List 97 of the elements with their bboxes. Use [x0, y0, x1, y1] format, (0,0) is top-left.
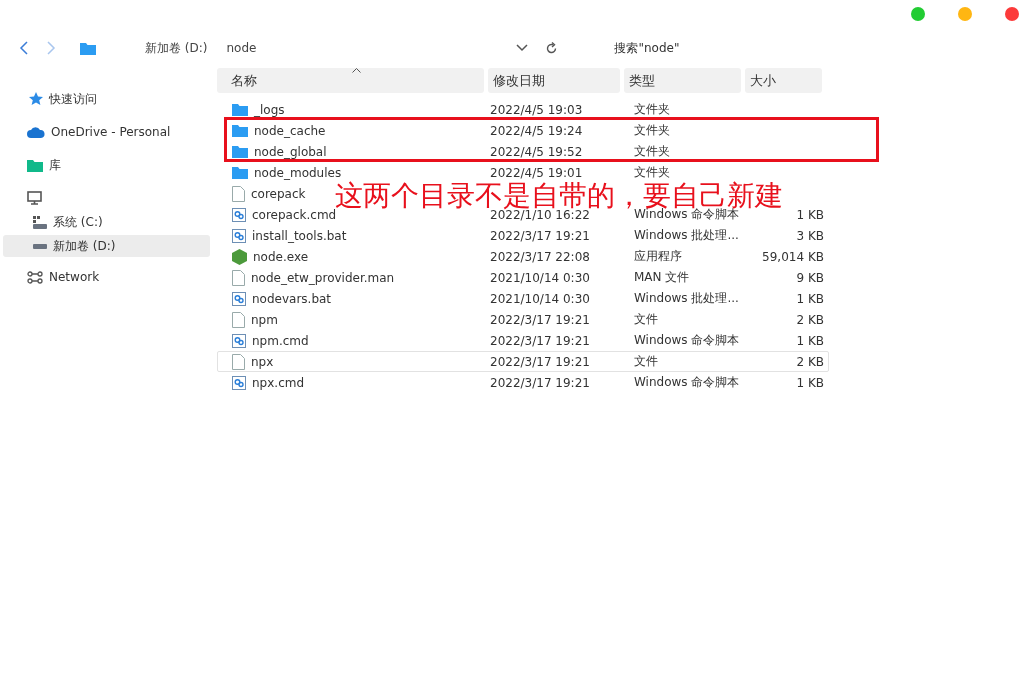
sidebar-label: Network — [49, 270, 100, 284]
file-type: Windows 命令脚本 — [634, 207, 740, 223]
script-file-icon — [232, 375, 246, 390]
column-header[interactable]: 大小 — [745, 68, 822, 93]
file-name: node_cache — [254, 123, 326, 138]
modified-date: 2021/10/14 0:30 — [490, 270, 590, 285]
sidebar-item[interactable]: 快速访问 — [3, 88, 210, 110]
modified-date: 2022/3/17 19:21 — [490, 333, 590, 348]
file-type: 应用程序 — [634, 248, 682, 265]
file-name: _logs — [254, 102, 285, 117]
file-type: 文件夹 — [634, 101, 670, 118]
column-header[interactable]: 名称 — [217, 68, 484, 93]
sidebar-item[interactable]: 库 — [3, 154, 210, 176]
file-name: corepack — [251, 186, 306, 201]
file-size: 1 KB — [796, 333, 824, 348]
modified-date: 2022/3/17 19:21 — [490, 354, 590, 369]
file-icon — [232, 269, 245, 286]
star-icon — [27, 92, 43, 106]
file-type: Windows 批处理... — [634, 227, 739, 244]
file-name: npm.cmd — [252, 333, 309, 348]
file-type: Windows 命令脚本 — [634, 332, 740, 349]
file-name: npx.cmd — [252, 375, 305, 390]
file-size: 3 KB — [796, 228, 824, 243]
sidebar-item[interactable]: OneDrive - Personal — [3, 121, 210, 143]
modified-date: 2022/4/5 19:24 — [490, 123, 583, 138]
column-header[interactable]: 修改日期 — [488, 68, 620, 93]
breadcrumb[interactable]: node — [226, 41, 507, 55]
modified-date: 2022/4/5 19:03 — [490, 102, 583, 117]
modified-date: 2022/4/5 19:01 — [490, 165, 583, 180]
file-type: 文件夹 — [634, 164, 670, 181]
breadcrumb[interactable]: 新加卷 (D:) — [145, 39, 208, 57]
file-type: Windows 命令脚本 — [634, 374, 740, 391]
script-file-icon — [232, 228, 246, 243]
file-size: 1 KB — [796, 291, 824, 306]
back-icon[interactable] — [19, 41, 29, 55]
file-type: 文件夹 — [634, 122, 670, 139]
hexagon-icon — [232, 248, 247, 265]
modified-date: 2022/3/17 22:08 — [490, 249, 590, 264]
file-name: node_global — [254, 144, 327, 159]
modified-date: 2022/3/17 19:21 — [490, 312, 590, 327]
sort-icon — [352, 68, 361, 73]
file-name: npm — [251, 312, 278, 327]
file-name: node_modules — [254, 165, 342, 180]
sidebar-item[interactable]: 系统 (C:) — [3, 211, 210, 233]
file-size: 1 KB — [796, 207, 824, 222]
file-name: node.exe — [253, 249, 309, 264]
sidebar-label: OneDrive - Personal — [51, 125, 171, 139]
file-type: Windows 批处理... — [634, 290, 739, 307]
file-name: install_tools.bat — [252, 228, 347, 243]
drive-icon — [33, 215, 47, 229]
file-size: 9 KB — [796, 270, 824, 285]
focused-row[interactable]: npx 2022/3/17 19:21 文件 2 KB — [217, 351, 829, 372]
monitor-icon — [27, 191, 42, 205]
script-file-icon — [232, 207, 246, 222]
annotation-text: 这两个目录不是自带的，要自己新建 — [335, 183, 783, 209]
file-size: 2 KB — [796, 312, 824, 327]
folder-icon — [232, 145, 248, 158]
file-type: 文件 — [634, 311, 658, 328]
file-type: 文件 — [634, 353, 658, 370]
modified-date: 2022/3/17 19:21 — [490, 228, 590, 243]
folder-icon — [232, 124, 248, 137]
folder-icon — [27, 158, 43, 172]
folder-icon — [80, 41, 96, 55]
file-name: nodevars.bat — [252, 291, 332, 306]
cloud-icon — [27, 126, 45, 138]
file-name: npx — [251, 354, 274, 369]
script-file-icon — [232, 291, 246, 306]
sidebar-label: 快速访问 — [49, 90, 97, 108]
modified-date: 2021/10/14 0:30 — [490, 291, 590, 306]
maximize-button[interactable] — [911, 7, 925, 21]
script-file-icon — [232, 333, 246, 348]
file-name: corepack.cmd — [252, 207, 337, 222]
sidebar-label: 库 — [49, 156, 61, 174]
file-type: 文件夹 — [634, 143, 670, 160]
refresh-icon[interactable] — [545, 41, 559, 55]
file-name: node_etw_provider.man — [251, 270, 395, 285]
folder-icon — [232, 166, 248, 179]
file-size: 2 KB — [796, 354, 824, 369]
file-size: 1 KB — [796, 375, 824, 390]
chevron-down-icon[interactable] — [516, 44, 529, 52]
sidebar-label: 系统 (C:) — [53, 213, 103, 231]
folder-icon — [232, 103, 248, 116]
sidebar-label: 新加卷 (D:) — [53, 237, 116, 255]
column-header[interactable]: 类型 — [624, 68, 741, 93]
modified-date: 2022/4/5 19:52 — [490, 144, 583, 159]
sidebar-item[interactable]: Network — [3, 266, 210, 288]
close-button[interactable] — [1005, 7, 1019, 21]
file-icon — [232, 353, 245, 370]
file-size: 59,014 KB — [762, 249, 824, 264]
file-icon — [232, 185, 245, 202]
modified-date: 2022/3/17 19:21 — [490, 375, 590, 390]
network-icon — [27, 270, 43, 284]
sidebar-item[interactable]: 新加卷 (D:) — [3, 235, 210, 257]
search-field[interactable]: 搜索"node" — [614, 41, 815, 55]
file-icon — [232, 311, 245, 328]
drive-icon — [33, 243, 47, 249]
file-type: MAN 文件 — [634, 269, 690, 286]
